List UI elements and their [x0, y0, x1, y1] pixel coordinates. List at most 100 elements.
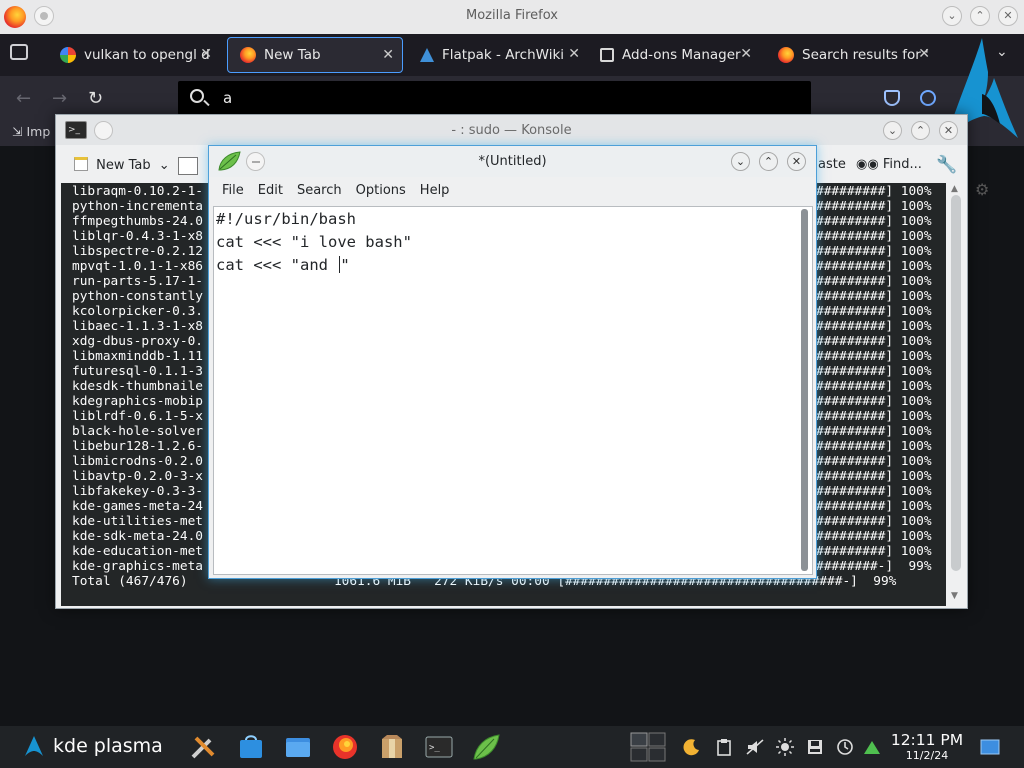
terminal-line: libmaxminddb-1.11	[72, 349, 203, 364]
terminal-line: kcolorpicker-0.3.	[72, 304, 203, 319]
pager-icon[interactable]	[630, 732, 666, 762]
text-editor-window[interactable]: *(Untitled) ⌄ ⌃ ✕ File Edit Search Optio…	[208, 145, 817, 579]
close-button[interactable]: ✕	[998, 6, 1018, 26]
menu-help[interactable]: Help	[413, 177, 457, 204]
editor-line: cat <<< "i love bash"	[216, 233, 412, 251]
back-icon[interactable]: ←	[16, 88, 31, 109]
archive-manager-icon[interactable]	[377, 732, 407, 762]
terminal-progress: #########] 100%	[816, 244, 932, 259]
terminal-progress: #########] 100%	[816, 364, 932, 379]
editor-titlebar[interactable]: *(Untitled) ⌄ ⌃ ✕	[209, 146, 816, 177]
terminal-line: xdg-dbus-proxy-0.	[72, 334, 203, 349]
digital-clock[interactable]: 12:11 PM 11/2/24	[888, 731, 966, 762]
clipboard-icon[interactable]	[715, 738, 733, 756]
find-button[interactable]: ◉◉ Find...	[856, 157, 922, 172]
terminal-line: mpvqt-1.0.1-1-x86	[72, 259, 203, 274]
tab-new-tab[interactable]: New Tab ✕	[227, 37, 403, 73]
url-input[interactable]: a	[223, 89, 232, 107]
scroll-down-icon[interactable]: ▼	[951, 591, 958, 601]
tab-search-results[interactable]: Search results for ' ✕	[766, 37, 938, 73]
split-view-icon[interactable]	[178, 157, 198, 175]
close-button[interactable]: ✕	[787, 152, 806, 171]
close-tab-icon[interactable]: ✕	[382, 47, 394, 63]
menu-options[interactable]: Options	[349, 177, 413, 204]
night-light-icon[interactable]	[683, 738, 701, 756]
account-icon[interactable]	[920, 90, 936, 106]
binoculars-icon: ◉◉	[856, 157, 879, 172]
terminal-line: libavtp-0.2.0-3-x	[72, 469, 203, 484]
system-settings-icon[interactable]	[188, 732, 218, 762]
storage-icon[interactable]	[806, 738, 824, 756]
terminal-progress: #########] 100%	[816, 544, 932, 559]
editor-scrollbar[interactable]	[801, 209, 808, 571]
list-all-tabs-icon[interactable]	[10, 44, 28, 60]
konsole-titlebar[interactable]: >_ - : sudo — Konsole ⌄ ⌃ ✕	[56, 115, 967, 145]
editor-line: cat <<< "and "	[216, 256, 350, 274]
tab-addons-manager[interactable]: Add-ons Manager ✕	[588, 37, 760, 73]
maximize-button[interactable]: ⌃	[970, 6, 990, 26]
minimize-button[interactable]: ⌄	[731, 152, 750, 171]
terminal-progress: #########] 100%	[816, 289, 932, 304]
maximize-button[interactable]: ⌃	[759, 152, 778, 171]
minimize-button[interactable]: ⌄	[942, 6, 962, 26]
terminal-progress: #########] 100%	[816, 409, 932, 424]
close-tab-icon[interactable]: ✕	[740, 46, 752, 62]
firefox-taskbar-icon[interactable]	[330, 732, 360, 762]
reload-icon[interactable]: ↻	[88, 88, 103, 109]
show-desktop-icon[interactable]	[980, 738, 1000, 756]
terminal-progress: #########] 100%	[816, 214, 932, 229]
editor-title: *(Untitled)	[478, 154, 547, 169]
firefox-window-title: Mozilla Firefox	[466, 8, 558, 23]
firefox-tab-icon	[240, 47, 256, 63]
konsole-taskbar-icon[interactable]: >_	[424, 732, 454, 762]
network-icon[interactable]	[863, 738, 881, 756]
discover-store-icon[interactable]	[236, 732, 266, 762]
brightness-icon[interactable]	[776, 738, 794, 756]
editor-text-area[interactable]: #!/usr/bin/bash cat <<< "i love bash" ca…	[213, 206, 813, 575]
terminal-line: run-parts-5.17-1-	[72, 274, 203, 289]
terminal-line: liblqr-0.4.3-1-x8	[72, 229, 203, 244]
launcher-label[interactable]: kde plasma	[53, 735, 163, 757]
close-tab-icon[interactable]: ✕	[918, 46, 930, 62]
maximize-button[interactable]: ⌃	[911, 121, 930, 140]
volume-muted-icon[interactable]	[746, 738, 764, 756]
clock-applet-icon[interactable]	[836, 738, 854, 756]
leafpad-taskbar-icon[interactable]	[471, 732, 501, 762]
terminal-line: python-incrementa	[72, 199, 203, 214]
scrollbar-thumb[interactable]	[951, 195, 961, 571]
new-tab-button[interactable]: New Tab ⌄	[70, 157, 170, 173]
menu-search[interactable]: Search	[290, 177, 349, 204]
tab-flatpak-archwiki[interactable]: Flatpak - ArchWiki ✕	[408, 37, 588, 73]
gear-icon[interactable]: ⚙	[975, 180, 989, 199]
scroll-up-icon[interactable]: ▲	[951, 184, 958, 194]
paste-button[interactable]: aste	[818, 157, 846, 172]
tab-vulkan[interactable]: vulkan to opengl d ✕	[48, 37, 220, 73]
terminal-scrollbar[interactable]: ▲ ▼	[948, 183, 964, 606]
import-bookmarks-link[interactable]: ⇲ Imp	[12, 124, 50, 139]
terminal-progress: #########] 100%	[816, 499, 932, 514]
forward-icon[interactable]: →	[52, 88, 67, 109]
file-manager-icon[interactable]	[283, 732, 313, 762]
terminal-progress: #########] 100%	[816, 349, 932, 364]
firefox-tab-icon	[778, 47, 794, 63]
url-bar[interactable]: a	[178, 81, 811, 115]
menu-file[interactable]: File	[215, 177, 251, 204]
close-button[interactable]: ✕	[939, 121, 958, 140]
close-tab-icon[interactable]: ✕	[200, 46, 212, 62]
close-tab-icon[interactable]: ✕	[568, 46, 580, 62]
terminal-line: libfakekey-0.3-3-	[72, 484, 203, 499]
terminal-line: libraqm-0.10.2-1-	[72, 184, 203, 199]
svg-text:>_: >_	[429, 743, 440, 753]
firefox-titlebar[interactable]: Mozilla Firefox ⌄ ⌃ ✕	[0, 0, 1024, 34]
pocket-icon[interactable]	[884, 90, 900, 106]
menu-edit[interactable]: Edit	[251, 177, 290, 204]
minimize-button[interactable]: ⌄	[883, 121, 902, 140]
terminal-line: kde-utilities-met	[72, 514, 203, 529]
terminal-progress: ########-] 99%	[816, 559, 932, 574]
google-icon	[60, 47, 76, 63]
terminal-progress: #########] 100%	[816, 274, 932, 289]
arch-launcher-icon[interactable]	[24, 735, 44, 757]
terminal-line: ffmpegthumbs-24.0	[72, 214, 203, 229]
settings-wrench-icon[interactable]: 🔧	[936, 155, 957, 175]
terminal-progress: #########] 100%	[816, 304, 932, 319]
